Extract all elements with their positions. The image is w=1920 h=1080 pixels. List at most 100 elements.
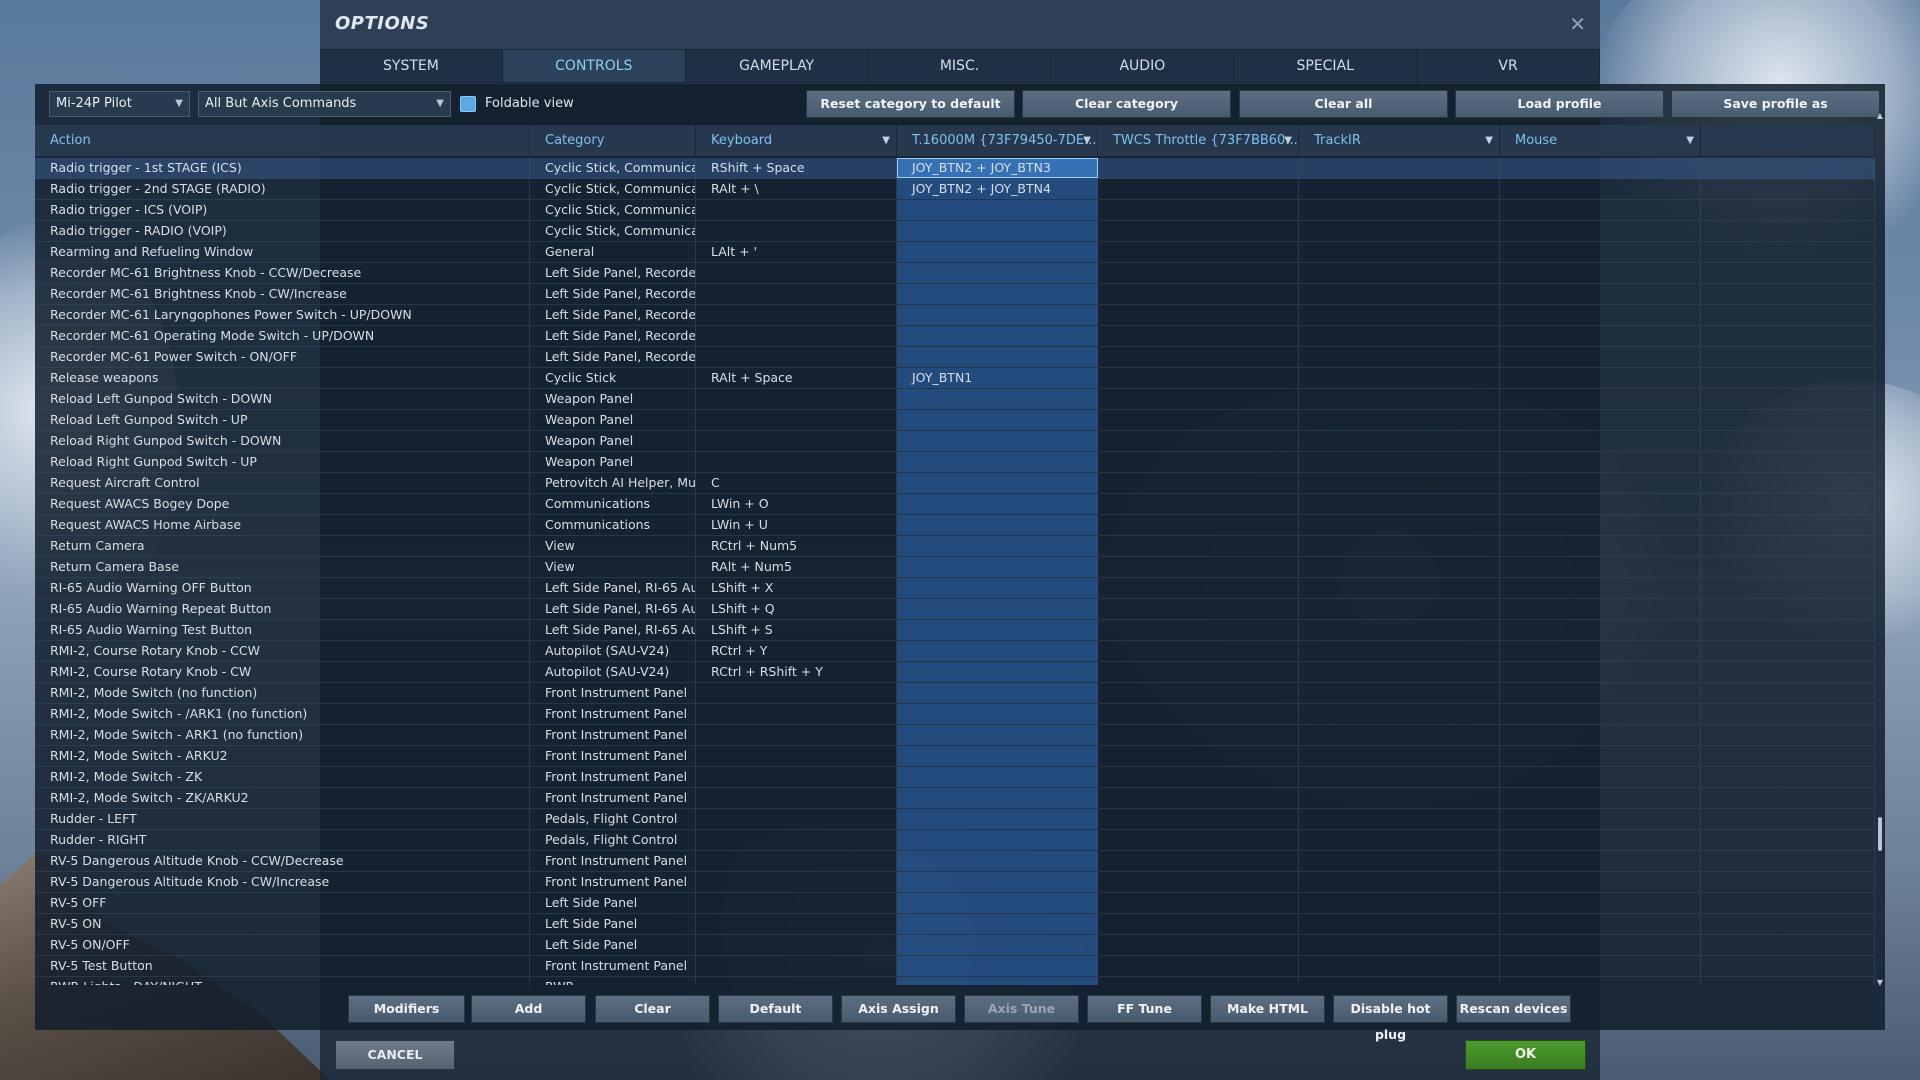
cell-trackir[interactable] <box>1299 200 1500 220</box>
cell-mouse[interactable] <box>1500 578 1701 598</box>
cell-keyboard[interactable] <box>696 389 897 409</box>
cell-keyboard[interactable]: C <box>696 473 897 493</box>
table-row[interactable]: RV-5 ON Left Side Panel <box>35 914 1875 935</box>
cell-mouse[interactable] <box>1500 620 1701 640</box>
table-row[interactable]: Recorder MC-61 Brightness Knob - CW/Incr… <box>35 284 1875 305</box>
cell-throttle[interactable] <box>1098 431 1299 451</box>
tab-gameplay[interactable]: GAMEPLAY <box>686 50 869 82</box>
cell-throttle[interactable] <box>1098 452 1299 472</box>
cell-joystick[interactable] <box>897 494 1098 514</box>
cell-trackir[interactable] <box>1299 746 1500 766</box>
cell-trackir[interactable] <box>1299 452 1500 472</box>
table-row[interactable]: RV-5 ON/OFF Left Side Panel <box>35 935 1875 956</box>
tab-controls[interactable]: CONTROLS <box>502 50 686 82</box>
cell-trackir[interactable] <box>1299 515 1500 535</box>
cell-trackir[interactable] <box>1299 305 1500 325</box>
cell-keyboard[interactable] <box>696 263 897 283</box>
cell-joystick[interactable] <box>897 683 1098 703</box>
cell-trackir[interactable] <box>1299 536 1500 556</box>
rescan-devices-button[interactable]: Rescan devices <box>1456 995 1571 1023</box>
cell-mouse[interactable] <box>1500 914 1701 934</box>
cell-joystick[interactable] <box>897 956 1098 976</box>
cell-keyboard[interactable] <box>696 893 897 913</box>
cell-joystick[interactable] <box>897 767 1098 787</box>
cell-throttle[interactable] <box>1098 809 1299 829</box>
close-icon[interactable]: ✕ <box>1569 12 1586 36</box>
table-row[interactable]: Radio trigger - RADIO (VOIP) Cyclic Stick… <box>35 221 1875 242</box>
cell-keyboard[interactable] <box>696 725 897 745</box>
cell-joystick[interactable] <box>897 746 1098 766</box>
cell-throttle[interactable] <box>1098 263 1299 283</box>
cell-throttle[interactable] <box>1098 578 1299 598</box>
table-row[interactable]: RV-5 Test Button Front Instrument Panel <box>35 956 1875 977</box>
cell-joystick[interactable] <box>897 830 1098 850</box>
cell-trackir[interactable] <box>1299 578 1500 598</box>
cell-mouse[interactable] <box>1500 851 1701 871</box>
cell-joystick[interactable] <box>897 662 1098 682</box>
cell-trackir[interactable] <box>1299 431 1500 451</box>
default-button[interactable]: Default <box>718 995 833 1023</box>
table-row[interactable]: Reload Right Gunpod Switch - UP Weapon Pa… <box>35 452 1875 473</box>
cell-trackir[interactable] <box>1299 683 1500 703</box>
cell-throttle[interactable] <box>1098 368 1299 388</box>
cell-trackir[interactable] <box>1299 326 1500 346</box>
table-row[interactable]: Radio trigger - 1st STAGE (ICS) Cyclic St… <box>35 158 1875 179</box>
cell-throttle[interactable] <box>1098 158 1299 178</box>
cell-mouse[interactable] <box>1500 242 1701 262</box>
cell-mouse[interactable] <box>1500 473 1701 493</box>
table-row[interactable]: Recorder MC-61 Operating Mode Switch - U… <box>35 326 1875 347</box>
cell-trackir[interactable] <box>1299 473 1500 493</box>
cell-joystick[interactable] <box>897 599 1098 619</box>
cell-throttle[interactable] <box>1098 641 1299 661</box>
table-row[interactable]: RMI-2, Mode Switch - ARK1 (no function) F… <box>35 725 1875 746</box>
cell-joystick[interactable] <box>897 284 1098 304</box>
cell-joystick[interactable] <box>897 221 1098 241</box>
cell-throttle[interactable] <box>1098 515 1299 535</box>
cell-mouse[interactable] <box>1500 956 1701 976</box>
cell-trackir[interactable] <box>1299 599 1500 619</box>
cell-throttle[interactable] <box>1098 704 1299 724</box>
table-row[interactable]: Reload Left Gunpod Switch - UP Weapon Pan… <box>35 410 1875 431</box>
cell-keyboard[interactable] <box>696 851 897 871</box>
cell-throttle[interactable] <box>1098 599 1299 619</box>
tab-special[interactable]: SPECIAL <box>1234 50 1418 82</box>
cell-keyboard[interactable]: RShift + Space <box>696 158 897 178</box>
cell-joystick[interactable] <box>897 200 1098 220</box>
scroll-down-icon[interactable]: ▼ <box>1875 978 1885 987</box>
cell-keyboard[interactable] <box>696 767 897 787</box>
cell-throttle[interactable] <box>1098 893 1299 913</box>
cell-throttle[interactable] <box>1098 935 1299 955</box>
cell-keyboard[interactable] <box>696 872 897 892</box>
cell-mouse[interactable] <box>1500 809 1701 829</box>
cell-joystick[interactable] <box>897 326 1098 346</box>
cell-mouse[interactable] <box>1500 515 1701 535</box>
cell-keyboard[interactable] <box>696 914 897 934</box>
ff-tune-button[interactable]: FF Tune <box>1087 995 1202 1023</box>
cell-keyboard[interactable] <box>696 431 897 451</box>
make-html-button[interactable]: Make HTML <box>1210 995 1325 1023</box>
cell-throttle[interactable] <box>1098 221 1299 241</box>
cell-trackir[interactable] <box>1299 725 1500 745</box>
cell-mouse[interactable] <box>1500 977 1701 985</box>
table-row[interactable]: RWR Lights - DAY/NIGHTRWR <box>35 977 1875 985</box>
cell-mouse[interactable] <box>1500 326 1701 346</box>
cell-trackir[interactable] <box>1299 830 1500 850</box>
foldable-view-checkbox[interactable] <box>460 96 476 112</box>
cell-mouse[interactable] <box>1500 767 1701 787</box>
cell-keyboard[interactable] <box>696 977 897 985</box>
cell-trackir[interactable] <box>1299 284 1500 304</box>
axis-assign-button[interactable]: Axis Assign <box>841 995 956 1023</box>
cell-trackir[interactable] <box>1299 410 1500 430</box>
cell-mouse[interactable] <box>1500 179 1701 199</box>
cell-trackir[interactable] <box>1299 221 1500 241</box>
cell-joystick[interactable] <box>897 410 1098 430</box>
table-row[interactable]: RMI-2, Mode Switch - ARKU2 Front Instrume… <box>35 746 1875 767</box>
cell-trackir[interactable] <box>1299 767 1500 787</box>
add-button[interactable]: Add <box>471 995 586 1023</box>
cell-mouse[interactable] <box>1500 221 1701 241</box>
cell-joystick[interactable] <box>897 263 1098 283</box>
table-row[interactable]: RV-5 OFF Left Side Panel <box>35 893 1875 914</box>
save-profile-button[interactable]: Save profile as <box>1671 90 1880 118</box>
load-profile-button[interactable]: Load profile <box>1455 90 1664 118</box>
cell-trackir[interactable] <box>1299 935 1500 955</box>
